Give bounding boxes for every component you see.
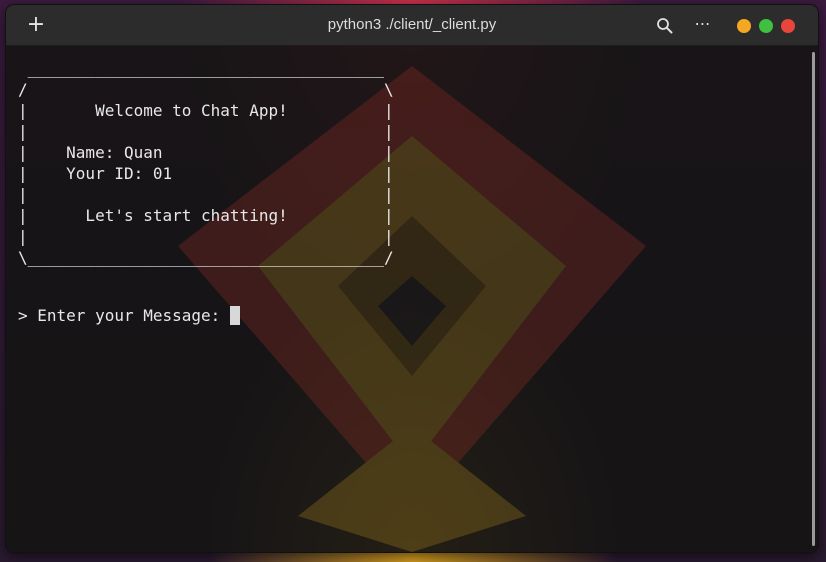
scrollbar[interactable]	[812, 52, 815, 546]
terminal-window: + python3 ./client/_client.py ⋯ ________…	[6, 5, 818, 552]
maximize-button[interactable]	[759, 19, 773, 33]
prompt-label: > Enter your Message:	[18, 306, 230, 325]
search-icon[interactable]	[656, 17, 674, 35]
title-bar[interactable]: + python3 ./client/_client.py ⋯	[6, 5, 818, 46]
welcome-banner: _____________________________________ / …	[18, 59, 394, 267]
close-button[interactable]	[781, 19, 795, 33]
more-horizontal-icon[interactable]: ⋯	[692, 13, 714, 35]
message-input-line[interactable]: > Enter your Message:	[18, 305, 240, 326]
text-cursor	[229, 306, 240, 325]
minimize-button[interactable]	[737, 19, 751, 33]
terminal-body[interactable]: _____________________________________ / …	[6, 46, 818, 552]
